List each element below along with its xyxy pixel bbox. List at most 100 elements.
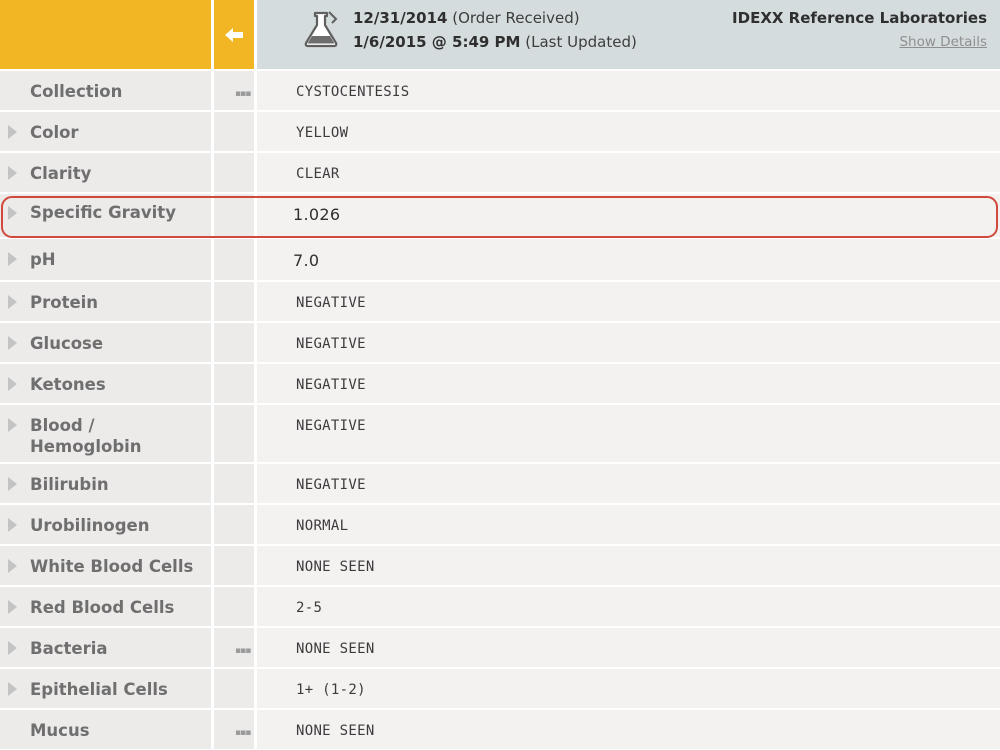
result-value-cell: NEGATIVE — [257, 364, 1000, 403]
result-row: Collection ▪▪▪ CYSTOCENTESIS — [0, 69, 1000, 110]
result-comment-cell: ▪▪▪ — [214, 710, 254, 749]
result-label: Bilirubin — [30, 475, 109, 494]
order-date: 12/31/2014 — [353, 9, 448, 27]
expand-arrow-icon[interactable] — [8, 477, 17, 491]
result-label: Urobilinogen — [30, 516, 150, 535]
result-value: CLEAR — [296, 166, 340, 182]
result-value: 7.0 — [293, 251, 320, 270]
result-comment-cell — [214, 194, 254, 237]
expand-arrow-icon[interactable] — [8, 418, 17, 432]
header-accent-panel — [0, 0, 211, 69]
result-row[interactable]: Glucose NEGATIVE — [0, 321, 1000, 362]
result-row[interactable]: Red Blood Cells 2-5 — [0, 585, 1000, 626]
result-row[interactable]: Clarity CLEAR — [0, 151, 1000, 192]
result-label-cell: Blood / Hemoglobin — [0, 405, 211, 462]
result-label-cell: Color — [0, 112, 211, 151]
expand-arrow-icon[interactable] — [8, 682, 17, 696]
result-comment-cell — [214, 587, 254, 626]
result-row[interactable]: Blood / Hemoglobin NEGATIVE — [0, 403, 1000, 462]
back-button[interactable] — [214, 0, 254, 69]
last-updated-line: 1/6/2015 @ 5:49 PM (Last Updated) — [353, 33, 637, 51]
result-value: NEGATIVE — [296, 295, 366, 311]
result-value: NEGATIVE — [296, 418, 366, 434]
result-row[interactable]: Ketones NEGATIVE — [0, 362, 1000, 403]
result-comment-cell: ▪▪▪ — [214, 71, 254, 110]
result-label: Specific Gravity — [30, 203, 176, 222]
expand-arrow-icon[interactable] — [8, 295, 17, 309]
result-comment-cell — [214, 505, 254, 544]
result-label: Color — [30, 123, 79, 142]
result-comment-cell — [214, 364, 254, 403]
result-label-cell: Glucose — [0, 323, 211, 362]
show-details-link[interactable]: Show Details — [899, 34, 987, 50]
result-label: Red Blood Cells — [30, 598, 175, 617]
flask-icon — [304, 11, 338, 48]
expand-arrow-icon[interactable] — [8, 336, 17, 350]
expand-arrow-icon[interactable] — [8, 125, 17, 139]
result-comment-cell — [214, 239, 254, 280]
expand-arrow-icon[interactable] — [8, 641, 17, 655]
result-label: Mucus — [30, 721, 90, 740]
result-label: Collection — [30, 82, 123, 101]
expand-arrow-icon[interactable] — [8, 252, 17, 266]
result-row[interactable]: Urobilinogen NORMAL — [0, 503, 1000, 544]
comment-indicator-icon: ▪▪▪ — [235, 646, 251, 656]
comment-indicator-icon: ▪▪▪ — [235, 728, 251, 738]
result-label-cell: White Blood Cells — [0, 546, 211, 585]
result-row[interactable]: Color YELLOW — [0, 110, 1000, 151]
result-value: NEGATIVE — [296, 377, 366, 393]
expand-arrow-icon[interactable] — [8, 377, 17, 391]
order-status: (Order Received) — [452, 9, 580, 27]
result-row[interactable]: Specific Gravity 1.026 — [0, 192, 1000, 237]
result-comment-cell — [214, 669, 254, 708]
result-label-cell: pH — [0, 239, 211, 280]
result-value: NONE SEEN — [296, 723, 375, 739]
result-comment-cell — [214, 464, 254, 503]
result-value-cell: NONE SEEN — [257, 710, 1000, 749]
result-row[interactable]: Protein NEGATIVE — [0, 280, 1000, 321]
result-value-cell: NEGATIVE — [257, 282, 1000, 321]
lab-name: IDEXX Reference Laboratories — [732, 9, 987, 27]
result-comment-cell — [214, 282, 254, 321]
result-comment-cell: ▪▪▪ — [214, 628, 254, 667]
result-comment-cell — [214, 323, 254, 362]
result-value: 2-5 — [296, 600, 323, 616]
result-value-cell: YELLOW — [257, 112, 1000, 151]
result-value-cell: 1.026 — [257, 194, 1000, 237]
result-label-cell: Red Blood Cells — [0, 587, 211, 626]
order-header: 12/31/2014 (Order Received) 1/6/2015 @ 5… — [257, 0, 1000, 69]
result-label: Bacteria — [30, 639, 108, 658]
result-comment-cell — [214, 405, 254, 462]
result-row[interactable]: Bacteria ▪▪▪ NONE SEEN — [0, 626, 1000, 667]
result-value-cell: 1+ (1-2) — [257, 669, 1000, 708]
expand-arrow-icon[interactable] — [8, 559, 17, 573]
result-row[interactable]: White Blood Cells NONE SEEN — [0, 544, 1000, 585]
expand-arrow-icon[interactable] — [8, 206, 17, 220]
result-value-cell: NORMAL — [257, 505, 1000, 544]
result-label-cell: Clarity — [0, 153, 211, 192]
arrow-left-icon — [225, 27, 243, 42]
result-label: Clarity — [30, 164, 92, 183]
expand-arrow-icon[interactable] — [8, 518, 17, 532]
results-table: Collection ▪▪▪ CYSTOCENTESIS Color YELLOW Cla… — [0, 69, 1000, 749]
result-label-cell: Protein — [0, 282, 211, 321]
result-value-cell: NONE SEEN — [257, 546, 1000, 585]
result-row[interactable]: pH 7.0 — [0, 237, 1000, 280]
order-received-line: 12/31/2014 (Order Received) — [353, 9, 580, 27]
result-row[interactable]: Epithelial Cells 1+ (1-2) — [0, 667, 1000, 708]
updated-date: 1/6/2015 @ 5:49 PM — [353, 33, 521, 51]
result-value-cell: CYSTOCENTESIS — [257, 71, 1000, 110]
result-value: NONE SEEN — [296, 641, 375, 657]
result-value-cell: NONE SEEN — [257, 628, 1000, 667]
result-comment-cell — [214, 546, 254, 585]
result-label-cell: Specific Gravity — [0, 194, 211, 237]
expand-arrow-icon[interactable] — [8, 600, 17, 614]
result-label: pH — [30, 250, 56, 269]
expand-arrow-icon[interactable] — [8, 166, 17, 180]
result-row[interactable]: Bilirubin NEGATIVE — [0, 462, 1000, 503]
result-label: Protein — [30, 293, 99, 312]
result-value: NEGATIVE — [296, 336, 366, 352]
result-label-cell: Epithelial Cells — [0, 669, 211, 708]
result-label: Blood / Hemoglobin — [30, 416, 142, 456]
result-comment-cell — [214, 112, 254, 151]
